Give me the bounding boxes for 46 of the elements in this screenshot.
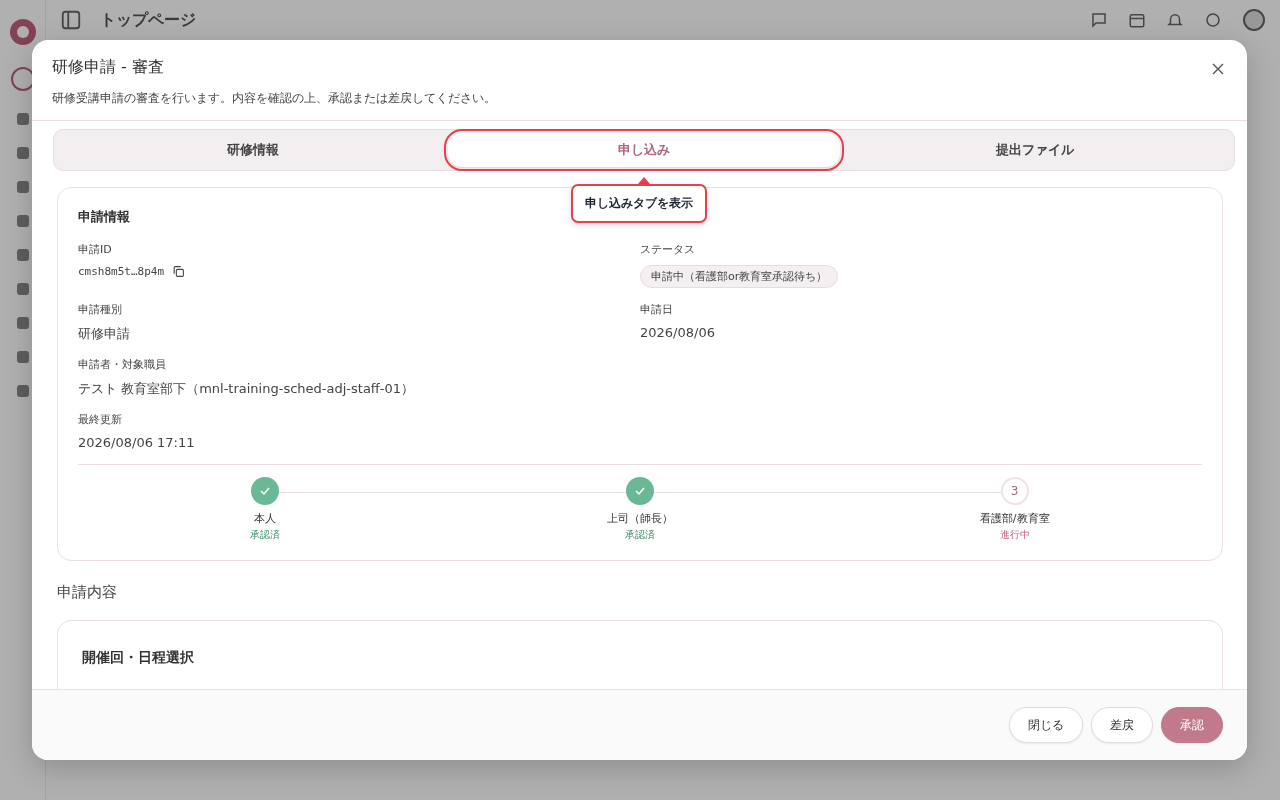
field-label: 最終更新	[78, 412, 123, 427]
close-button[interactable]	[1211, 62, 1225, 76]
field-value: 研修申請	[78, 325, 131, 343]
status-badge: 申請中（看護部or教育室承認待ち）	[640, 265, 839, 288]
request-id: cmsh8m5t…8p4m	[78, 265, 165, 278]
field-label: 申請種別	[78, 302, 123, 317]
step-number: 3	[1000, 477, 1029, 505]
nav-icon[interactable]	[15, 180, 30, 194]
nav-icon[interactable]	[15, 316, 30, 330]
nav-icon[interactable]	[15, 384, 30, 398]
card-title: 開催回・日程選択	[82, 649, 195, 667]
card-title: 申請情報	[78, 208, 131, 226]
tab[interactable]: 提出ファイル	[839, 133, 1231, 167]
field-value: 2026/08/06	[640, 325, 716, 340]
step-label: 上司（師長）	[607, 511, 673, 526]
step-label: 本人	[254, 511, 277, 526]
step-status: 承認済	[250, 528, 281, 542]
dialog-button[interactable]: 閉じる	[1009, 707, 1083, 743]
calendar-icon[interactable]	[1128, 11, 1146, 29]
nav-icon[interactable]	[15, 214, 30, 228]
field-value: テスト 教育室部下（mnl-training-sched-adj-staff-01）	[78, 380, 416, 398]
step-status: 進行中	[999, 528, 1030, 542]
nav-icon[interactable]	[15, 282, 30, 296]
field-label: 申請ID	[78, 242, 113, 257]
dialog-title: 研修申請 - 審査	[52, 57, 164, 78]
step-label: 看護部/教育室	[979, 511, 1050, 526]
nav-icon[interactable]	[15, 146, 30, 160]
logo-icon[interactable]	[8, 18, 37, 46]
tab[interactable]: 研修情報	[57, 133, 449, 167]
nav-icon[interactable]	[15, 350, 30, 364]
tooltip: 申し込みタブを表示	[571, 184, 707, 223]
dialog-description: 研修受講申請の審査を行います。内容を確認の上、承認または差戻してください。	[52, 90, 497, 107]
step-status: 承認済	[625, 528, 655, 542]
nav-icon[interactable]	[15, 248, 30, 262]
page-title: トップページ	[100, 9, 197, 31]
field-value: 2026/08/06 17:11	[78, 435, 196, 450]
nav-icon[interactable]	[15, 112, 30, 126]
chat-icon[interactable]	[1090, 11, 1108, 29]
section-title: 申請内容	[57, 583, 118, 602]
field-label: ステータス	[640, 242, 696, 257]
user-avatar-icon[interactable]	[1242, 8, 1266, 32]
field-label: 申請者・対象職員	[78, 357, 167, 372]
sidebar-toggle-icon[interactable]	[60, 9, 82, 31]
field-label: 申請日	[640, 302, 674, 317]
copy-icon[interactable]	[172, 265, 186, 278]
dialog-button[interactable]: 差戻	[1091, 707, 1153, 743]
